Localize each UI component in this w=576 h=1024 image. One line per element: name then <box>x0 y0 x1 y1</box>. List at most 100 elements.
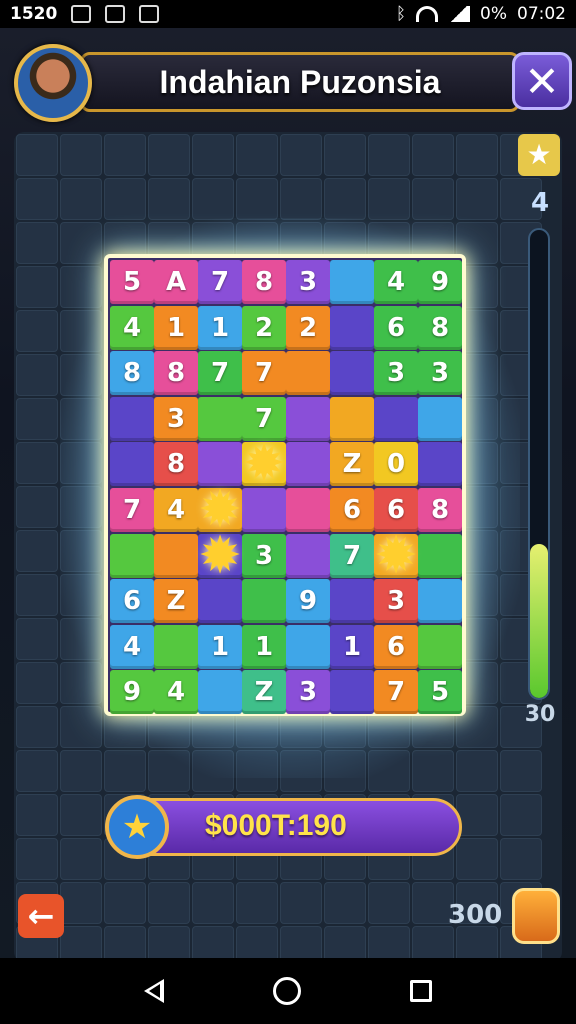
star-icon[interactable]: ★ <box>518 134 560 176</box>
bluetooth-icon: ᛒ <box>395 4 407 24</box>
board-tile[interactable]: 8 <box>418 488 462 532</box>
background-cell <box>104 882 146 924</box>
board-tile[interactable] <box>198 396 242 441</box>
board-tile[interactable] <box>418 396 462 441</box>
header: Indahian Puzonsia ✕ <box>14 40 572 122</box>
board-tile[interactable]: 5 <box>418 670 462 715</box>
board-tile[interactable] <box>198 670 242 715</box>
board-tile[interactable] <box>330 396 374 441</box>
board-tile[interactable] <box>286 488 330 532</box>
board-tile[interactable]: 6 <box>110 579 154 624</box>
board-tile[interactable]: 6 <box>330 488 374 532</box>
board-tile[interactable]: 1 <box>198 305 242 350</box>
board-tile[interactable]: 4 <box>374 260 418 304</box>
board-tile[interactable]: 9 <box>110 670 154 715</box>
board-tile[interactable]: Z <box>242 670 286 715</box>
board-tile[interactable]: A <box>154 260 198 304</box>
board-tile[interactable] <box>330 579 374 624</box>
board-tile[interactable] <box>286 396 330 441</box>
background-cell <box>192 882 234 924</box>
background-cell <box>60 178 102 220</box>
board-tile[interactable] <box>330 351 374 396</box>
board-tile[interactable]: Z <box>154 579 198 624</box>
background-cell <box>104 178 146 220</box>
background-cell <box>456 838 498 880</box>
board-tile[interactable]: 1 <box>330 624 374 669</box>
powerup-button[interactable] <box>512 888 560 944</box>
board-tile[interactable]: 6 <box>374 305 418 350</box>
player-avatar[interactable] <box>14 44 92 122</box>
board-tile[interactable] <box>242 488 286 532</box>
board-tile[interactable]: Z <box>330 442 374 487</box>
board-tile[interactable]: 3 <box>286 260 330 304</box>
board-tile[interactable] <box>154 624 198 669</box>
board-tile[interactable]: 1 <box>198 624 242 669</box>
board-tile[interactable] <box>286 351 330 396</box>
board-tile[interactable]: 3 <box>242 533 286 578</box>
background-cell <box>16 442 58 484</box>
back-arrow-button[interactable]: ← <box>18 894 64 938</box>
board-tile[interactable]: 8 <box>154 442 198 487</box>
board-tile[interactable]: 3 <box>286 670 330 715</box>
board-tile[interactable] <box>110 533 154 578</box>
board-tile[interactable]: 8 <box>110 351 154 396</box>
board-tile[interactable] <box>418 624 462 669</box>
explosion-burst-icon: ✹ <box>374 525 418 586</box>
board-tile[interactable]: 4 <box>154 670 198 715</box>
board-tile[interactable]: 2 <box>286 305 330 350</box>
board-tile[interactable]: 4 <box>110 624 154 669</box>
puzzle-board[interactable]: 5A783494112268887733378Z074668376Z934111… <box>104 254 466 716</box>
board-tile[interactable]: 7 <box>198 260 242 304</box>
board-tile[interactable]: 3 <box>374 579 418 624</box>
board-tile[interactable]: 3 <box>154 396 198 441</box>
background-cell <box>148 178 190 220</box>
board-tile[interactable] <box>286 624 330 669</box>
score-bar: ★ $000T:190 <box>105 795 462 859</box>
board-tile[interactable] <box>330 670 374 715</box>
board-tile[interactable]: 8 <box>154 351 198 396</box>
board-tile[interactable]: 2 <box>242 305 286 350</box>
board-tile[interactable] <box>418 579 462 624</box>
board-tile[interactable]: 7 <box>110 488 154 532</box>
background-cell <box>16 618 58 660</box>
wifi-icon <box>416 6 439 22</box>
board-tile[interactable]: 5 <box>110 260 154 304</box>
board-tile[interactable] <box>286 533 330 578</box>
background-cell <box>324 178 366 220</box>
board-tile[interactable]: 0 <box>374 442 418 487</box>
background-cell <box>16 310 58 352</box>
background-cell <box>324 926 366 958</box>
board-tile[interactable]: 9 <box>286 579 330 624</box>
board-tile[interactable]: 9 <box>418 260 462 304</box>
board-tile[interactable] <box>198 579 242 624</box>
background-cell <box>192 178 234 220</box>
board-tile[interactable]: 4 <box>110 305 154 350</box>
board-tile[interactable] <box>330 260 374 304</box>
board-tile[interactable]: 3 <box>374 351 418 396</box>
nav-recent-icon[interactable] <box>409 980 432 1002</box>
board-tile[interactable]: 8 <box>418 305 462 350</box>
score-text: $000T:190 <box>205 809 347 842</box>
board-tile[interactable]: 7 <box>198 351 242 396</box>
board-tile[interactable] <box>110 442 154 487</box>
board-tile[interactable] <box>330 305 374 350</box>
board-tile[interactable] <box>242 579 286 624</box>
nav-back-icon[interactable] <box>144 979 165 1003</box>
board-tile[interactable] <box>374 396 418 441</box>
background-cell <box>60 134 102 176</box>
board-tile[interactable]: 8 <box>242 260 286 304</box>
board-tile[interactable]: 1 <box>242 624 286 669</box>
board-tile[interactable] <box>286 442 330 487</box>
board-tile[interactable]: 6 <box>374 624 418 669</box>
board-tile[interactable] <box>110 396 154 441</box>
board-tile[interactable]: 3 <box>418 351 462 396</box>
notification-icon <box>105 5 126 23</box>
board-tile[interactable]: 1 <box>154 305 198 350</box>
board-tile[interactable] <box>418 442 462 487</box>
clock: 07:02 <box>517 4 566 24</box>
nav-home-icon[interactable] <box>272 977 301 1005</box>
board-tile[interactable]: 7 <box>242 351 286 396</box>
close-button[interactable]: ✕ <box>512 52 572 110</box>
board-tile[interactable]: 7 <box>374 670 418 715</box>
board-tile[interactable] <box>418 533 462 578</box>
